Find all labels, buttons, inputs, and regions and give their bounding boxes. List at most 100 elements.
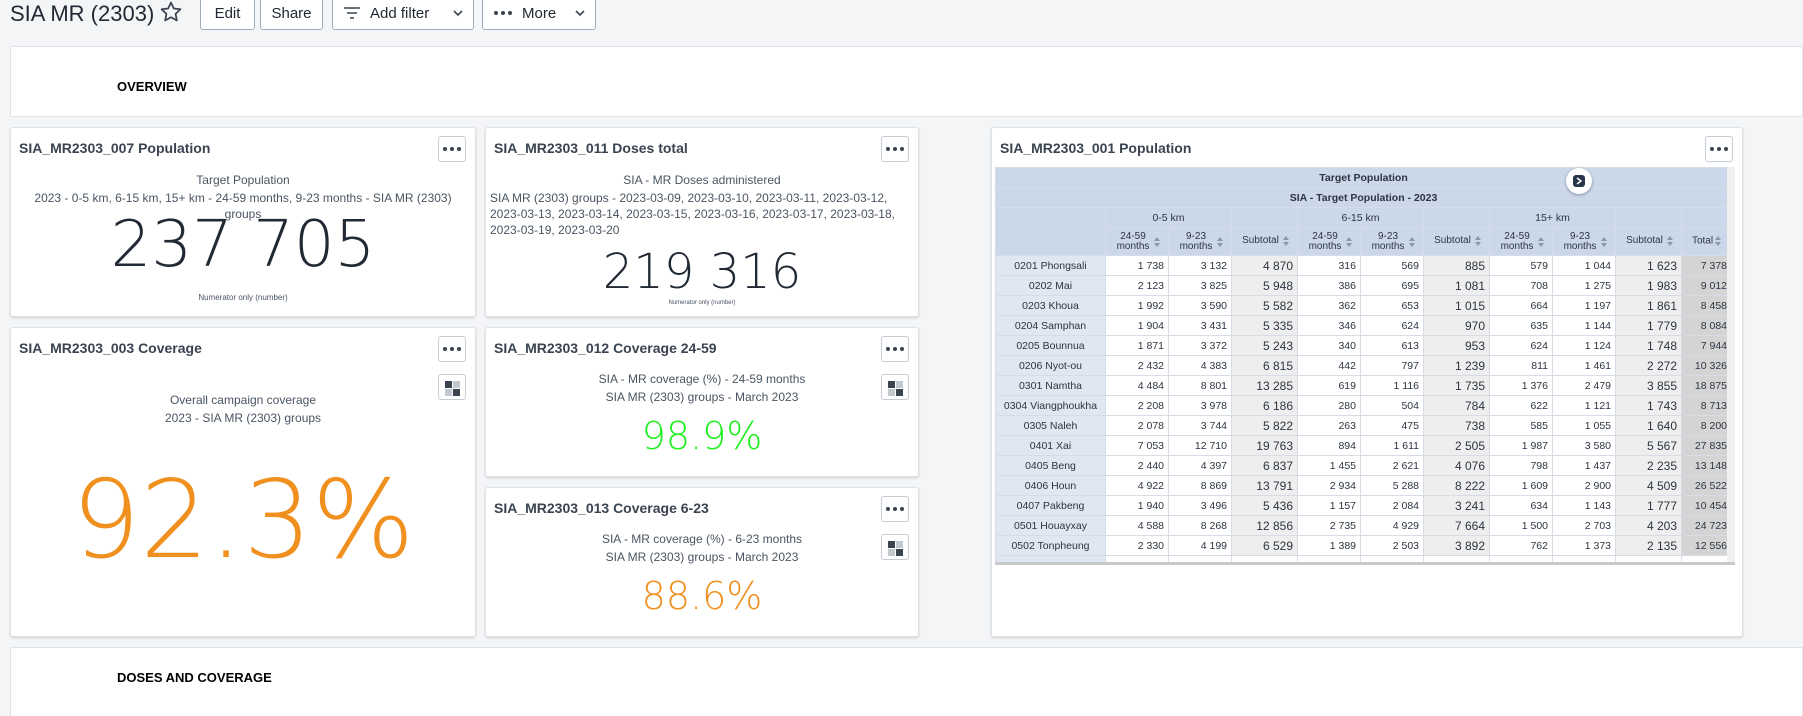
table-cell[interactable]: 970 [1423, 315, 1490, 336]
table-cell[interactable]: 4 383 [1168, 355, 1232, 376]
table-cell[interactable]: 1 081 [1423, 275, 1490, 296]
table-cell[interactable]: 1 861 [1615, 295, 1682, 316]
table-cell[interactable]: 1 609 [1489, 475, 1553, 496]
table-cell[interactable]: 2 432 [1105, 355, 1169, 376]
table-cell[interactable]: 1 044 [1552, 255, 1616, 276]
table-cell[interactable]: 2 505 [1423, 435, 1490, 456]
table-cell[interactable]: 3 855 [1615, 375, 1682, 396]
table-cell[interactable]: 362 [1297, 295, 1361, 316]
table-cell[interactable]: 4 076 [1423, 455, 1490, 476]
table-cell[interactable]: 1 275 [1552, 275, 1616, 296]
table-cell[interactable]: 1 779 [1615, 315, 1682, 336]
table-cell[interactable]: 619 [1297, 375, 1361, 396]
table-cell[interactable]: 585 [1489, 415, 1553, 436]
table-cell[interactable]: 1 116 [1360, 375, 1424, 396]
table-cell[interactable]: 4 870 [1231, 255, 1298, 276]
table-cell[interactable]: 1 239 [1423, 355, 1490, 376]
table-cell[interactable]: 653 [1360, 295, 1424, 316]
column-header[interactable]: 24-59 months [1297, 227, 1361, 256]
table-cell[interactable]: 2 135 [1615, 535, 1682, 556]
table-cell[interactable]: 798 [1489, 455, 1553, 476]
table-cell[interactable]: 10 454 [1680, 495, 1727, 516]
table-cell[interactable]: 2 272 [1615, 355, 1682, 376]
table-cell[interactable]: 1 611 [1360, 435, 1424, 456]
table-cell[interactable]: 1 121 [1552, 395, 1616, 416]
table-cell[interactable]: 8 200 [1680, 415, 1727, 436]
share-button[interactable]: Share [260, 0, 323, 30]
table-cell[interactable]: 7 944 [1680, 335, 1727, 356]
table-cell[interactable]: 8 268 [1168, 515, 1232, 536]
table-cell[interactable]: 797 [1360, 355, 1424, 376]
table-cell[interactable]: 1 389 [1297, 535, 1361, 556]
table-cell[interactable]: 784 [1423, 395, 1490, 416]
pivot-table-scroll[interactable]: Target Population SIA - Target Populatio… [995, 167, 1735, 562]
table-cell[interactable]: 8 869 [1168, 475, 1232, 496]
table-cell[interactable]: 5 288 [1360, 475, 1424, 496]
table-cell[interactable]: 2 440 [1105, 455, 1169, 476]
table-cell[interactable]: 5 436 [1231, 495, 1298, 516]
table-cell[interactable]: 885 [1423, 255, 1490, 276]
star-icon[interactable] [158, 0, 184, 25]
table-cell[interactable]: 4 199 [1168, 535, 1232, 556]
table-cell[interactable]: 695 [1360, 275, 1424, 296]
table-cell[interactable]: 664 [1489, 295, 1553, 316]
table-cell[interactable]: 1 904 [1105, 315, 1169, 336]
sort-icon[interactable] [1409, 236, 1415, 247]
table-cell[interactable]: 622 [1489, 395, 1553, 416]
table-cell[interactable]: 4 397 [1168, 455, 1232, 476]
table-cell[interactable]: 1 376 [1489, 375, 1553, 396]
table-cell[interactable]: 7 664 [1423, 515, 1490, 536]
column-header[interactable]: Subtotal [1231, 227, 1298, 256]
table-cell[interactable]: 1 437 [1552, 455, 1616, 476]
table-cell[interactable]: 634 [1489, 495, 1553, 516]
table-cell[interactable]: 2 078 [1105, 415, 1169, 436]
table-cell[interactable]: 1 738 [1105, 255, 1169, 276]
sort-icon[interactable] [1666, 236, 1673, 247]
table-cell[interactable]: 3 825 [1168, 275, 1232, 296]
sort-icon[interactable] [1601, 236, 1607, 247]
table-cell[interactable]: 1 015 [1423, 295, 1490, 316]
table-cell[interactable]: 5 822 [1231, 415, 1298, 436]
table-cell[interactable]: 5 567 [1615, 435, 1682, 456]
table-cell[interactable]: 1 124 [1552, 335, 1616, 356]
horizontal-scrollbar[interactable] [995, 562, 1735, 565]
column-header[interactable]: Subtotal [1615, 227, 1682, 256]
card-menu-button[interactable] [881, 496, 909, 522]
table-cell[interactable]: 18 875 [1680, 375, 1727, 396]
table-cell[interactable]: 4 929 [1360, 515, 1424, 536]
table-cell[interactable]: 953 [1423, 335, 1490, 356]
table-cell[interactable]: 3 496 [1168, 495, 1232, 516]
table-cell[interactable]: 4 484 [1105, 375, 1169, 396]
table-cell[interactable]: 1 455 [1297, 455, 1361, 476]
column-header[interactable]: 9-23 months [1360, 227, 1424, 256]
table-cell[interactable]: 1 983 [1615, 275, 1682, 296]
table-cell[interactable]: 3 372 [1168, 335, 1232, 356]
sort-icon[interactable] [1217, 236, 1223, 247]
column-header[interactable]: 24-59 months [1489, 227, 1553, 256]
table-cell[interactable]: 3 978 [1168, 395, 1232, 416]
table-cell[interactable]: 635 [1489, 315, 1553, 336]
table-cell[interactable]: 6 815 [1231, 355, 1298, 376]
table-cell[interactable]: 3 590 [1168, 295, 1232, 316]
table-cell[interactable]: 12 856 [1231, 515, 1298, 536]
table-cell[interactable]: 12 710 [1168, 435, 1232, 456]
table-cell[interactable]: 894 [1297, 435, 1361, 456]
table-cell[interactable]: 386 [1297, 275, 1361, 296]
table-cell[interactable]: 3 892 [1423, 535, 1490, 556]
card-menu-button[interactable] [881, 136, 909, 162]
interpretations-icon[interactable] [1566, 168, 1592, 194]
column-header[interactable]: Subtotal [1423, 227, 1490, 256]
table-cell[interactable]: 5 243 [1231, 335, 1298, 356]
table-cell[interactable]: 708 [1489, 275, 1553, 296]
sort-icon[interactable] [1538, 236, 1544, 247]
table-cell[interactable]: 1 777 [1615, 495, 1682, 516]
table-cell[interactable]: 2 621 [1360, 455, 1424, 476]
table-cell[interactable]: 3 241 [1423, 495, 1490, 516]
table-cell[interactable]: 569 [1360, 255, 1424, 276]
table-cell[interactable]: 6 186 [1231, 395, 1298, 416]
table-cell[interactable]: 27 835 [1680, 435, 1727, 456]
table-cell[interactable]: 504 [1360, 395, 1424, 416]
table-cell[interactable]: 7 053 [1105, 435, 1169, 456]
card-menu-button[interactable] [881, 336, 909, 362]
table-cell[interactable]: 1 157 [1297, 495, 1361, 516]
